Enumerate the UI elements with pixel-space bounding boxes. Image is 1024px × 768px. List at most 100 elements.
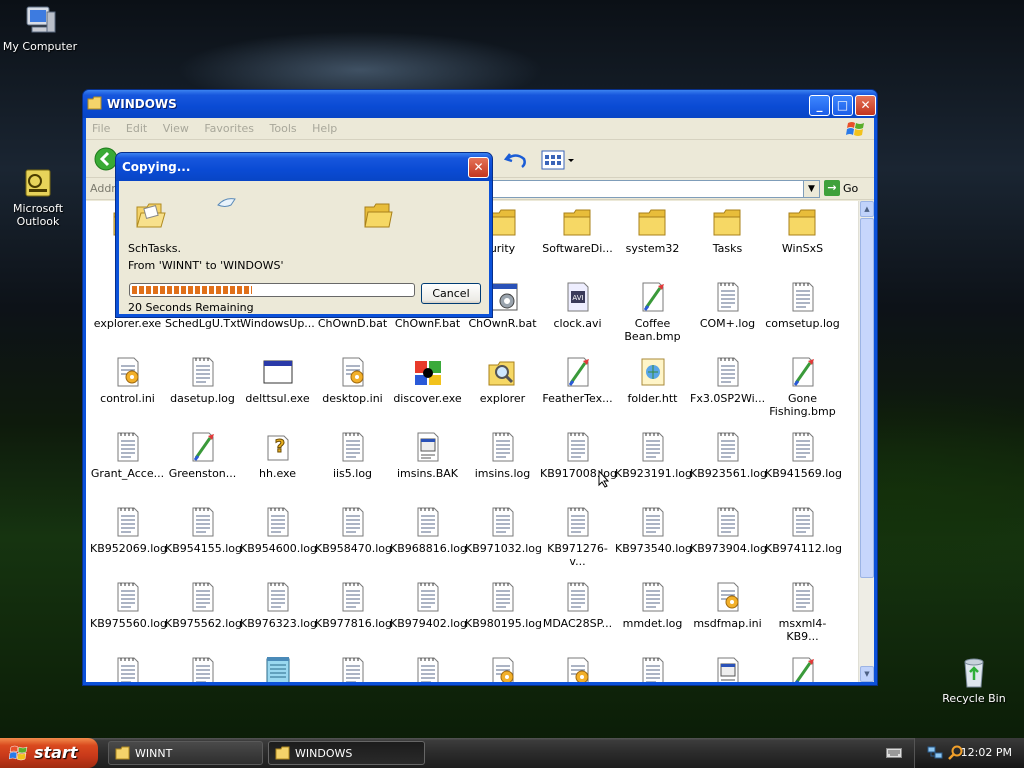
file-item[interactable]: KB979402.log — [390, 580, 467, 630]
file-item[interactable]: delttsul.exe — [240, 355, 315, 405]
file-item[interactable]: WinSxS — [765, 205, 840, 255]
menu-view[interactable]: View — [157, 118, 195, 139]
file-item[interactable]: Fx3.0SP2Wi... — [690, 355, 765, 405]
file-item[interactable]: imsins.BAK — [390, 430, 465, 480]
file-item[interactable]: discover.exe — [390, 355, 465, 405]
scroll-up-button[interactable]: ▲ — [860, 201, 874, 217]
desktop-icon-recycle-bin[interactable]: Recycle Bin — [932, 656, 1016, 705]
file-item[interactable]: folder.htt — [615, 355, 690, 405]
cancel-button[interactable]: Cancel — [421, 283, 481, 304]
file-item[interactable]: COM+.log — [690, 280, 765, 330]
clock[interactable]: 12:02 PM — [961, 746, 1012, 759]
address-dropdown-button[interactable]: ▼ — [803, 181, 819, 197]
vertical-scrollbar[interactable]: ▲ ▼ — [858, 201, 874, 682]
file-item[interactable]: KB923561.log — [690, 430, 767, 480]
minimize-button[interactable]: _ — [809, 95, 830, 116]
desktop-icon-outlook[interactable]: Microsoft Outlook — [0, 166, 80, 228]
file-item[interactable]: mmdet.log — [615, 580, 690, 630]
file-item[interactable]: KB952069.log — [90, 505, 167, 555]
file-item[interactable]: control.ini — [90, 355, 165, 405]
file-name: Tasks — [712, 242, 743, 255]
file-name: KB974112.log — [765, 542, 843, 555]
text-file-icon — [342, 582, 363, 612]
dialog-titlebar[interactable]: Copying... ✕ — [116, 153, 492, 181]
file-item[interactable]: Tasks — [690, 205, 765, 255]
file-item[interactable]: dasetup.log — [165, 355, 240, 405]
text-file-icon — [192, 657, 213, 682]
file-item[interactable] — [165, 655, 240, 682]
file-item[interactable]: KB974112.log — [765, 505, 843, 555]
undo-icon[interactable] — [504, 150, 528, 170]
file-name: SoftwareDi... — [542, 242, 613, 255]
file-item[interactable]: imsins.log — [465, 430, 540, 480]
bak-file-icon — [717, 657, 738, 682]
file-item[interactable] — [90, 655, 165, 682]
window-titlebar[interactable]: WINDOWS _ □ ✕ — [83, 90, 877, 118]
scroll-thumb[interactable] — [860, 218, 874, 578]
file-item[interactable]: KB980195.log — [465, 580, 542, 630]
menu-tools[interactable]: Tools — [264, 118, 303, 139]
file-item[interactable]: comsetup.log — [765, 280, 840, 330]
file-item[interactable]: ? hh.exe — [240, 430, 315, 480]
file-item[interactable]: Grant_Acce... — [90, 430, 165, 480]
network-icon[interactable] — [927, 746, 943, 760]
file-item[interactable]: MDAC28SP... — [540, 580, 615, 630]
file-item[interactable]: KB971032.log — [465, 505, 542, 555]
file-item[interactable] — [540, 655, 615, 682]
file-item[interactable]: system32 — [615, 205, 690, 255]
file-item[interactable] — [690, 655, 765, 682]
file-item[interactable]: KB954600.log — [240, 505, 317, 555]
file-item[interactable]: FeatherTex... — [540, 355, 615, 405]
text-file-icon — [567, 582, 588, 612]
file-item[interactable]: KB923191.log — [615, 430, 692, 480]
views-icon[interactable] — [541, 150, 575, 170]
menu-edit[interactable]: Edit — [120, 118, 153, 139]
file-item[interactable]: Gone Fishing.bmp — [765, 355, 840, 418]
file-item[interactable] — [465, 655, 540, 682]
file-item[interactable]: KB973540.log — [615, 505, 692, 555]
start-button[interactable]: start — [0, 738, 98, 768]
file-item[interactable]: KB968816.log — [390, 505, 467, 555]
scroll-down-button[interactable]: ▼ — [860, 666, 874, 682]
keyboard-icon[interactable] — [886, 748, 902, 758]
dialog-close-button[interactable]: ✕ — [468, 157, 489, 178]
taskbar-button-winnt[interactable]: WINNT — [108, 741, 263, 765]
text-file-icon — [792, 282, 813, 312]
file-item[interactable]: SoftwareDi... — [540, 205, 615, 255]
file-item[interactable]: Greenston... — [165, 430, 240, 480]
file-item[interactable]: msdfmap.ini — [690, 580, 765, 630]
file-item[interactable]: explorer — [465, 355, 540, 405]
file-item[interactable]: iis5.log — [315, 430, 390, 480]
taskbar-button-windows[interactable]: WINDOWS — [268, 741, 425, 765]
file-item[interactable] — [390, 655, 465, 682]
file-item[interactable]: KB977816.log — [315, 580, 392, 630]
file-item[interactable]: Coffee Bean.bmp — [615, 280, 690, 343]
file-item[interactable]: msxml4-KB9... — [765, 580, 840, 643]
file-item[interactable]: KB954155.log — [165, 505, 242, 555]
file-item[interactable]: KB976323.log — [240, 580, 317, 630]
file-item[interactable] — [315, 655, 390, 682]
text-file-icon — [342, 657, 363, 682]
text-file-icon — [567, 432, 588, 462]
file-item[interactable] — [765, 655, 840, 682]
file-name: KB941569.log — [765, 467, 843, 480]
file-item[interactable] — [615, 655, 690, 682]
file-item[interactable]: KB975562.log — [165, 580, 242, 630]
file-item[interactable]: desktop.ini — [315, 355, 390, 405]
file-item[interactable]: KB958470.log — [315, 505, 392, 555]
close-button[interactable]: ✕ — [855, 95, 876, 116]
go-button[interactable]: → Go — [824, 180, 868, 198]
file-item[interactable]: KB973904.log — [690, 505, 767, 555]
desktop-icon-my-computer[interactable]: My Computer — [0, 4, 82, 53]
file-item[interactable]: KB941569.log — [765, 430, 843, 480]
menu-file[interactable]: File — [86, 118, 116, 139]
file-item[interactable] — [240, 655, 315, 682]
file-item[interactable]: AVI clock.avi — [540, 280, 615, 330]
file-item[interactable]: KB971276-v... — [540, 505, 615, 568]
file-name: hh.exe — [259, 467, 296, 480]
menu-help[interactable]: Help — [306, 118, 343, 139]
menu-favorites[interactable]: Favorites — [198, 118, 260, 139]
bak-file-icon — [417, 432, 438, 462]
file-item[interactable]: KB975560.log — [90, 580, 167, 630]
maximize-button[interactable]: □ — [832, 95, 853, 116]
